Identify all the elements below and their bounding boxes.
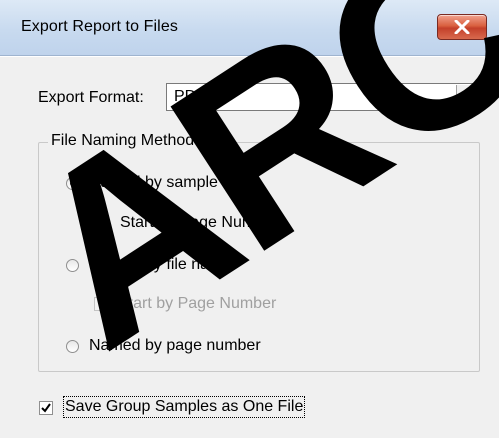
start-by-page-number-checkbox[interactable] [94, 216, 108, 230]
window-title: Export Report to Files [21, 18, 178, 35]
save-group-samples-checkbox[interactable] [39, 401, 53, 415]
export-format-label: Export Format: [38, 89, 144, 106]
chevron-down-icon [463, 94, 473, 100]
dropdown-button[interactable] [456, 85, 478, 109]
export-format-select[interactable]: PDF file [166, 83, 480, 111]
file-naming-group-label: File Naming Method [48, 132, 198, 150]
close-button[interactable] [437, 14, 487, 40]
save-group-samples-label[interactable]: Save Group Samples as One File [62, 396, 306, 418]
start-by-page-number-disabled-checkbox [94, 297, 108, 311]
named-by-page-number-radio[interactable] [66, 340, 79, 353]
named-by-sample-name-label[interactable]: Named by sample name [89, 174, 262, 192]
named-by-file-name-radio[interactable] [66, 259, 79, 272]
checkmark-icon [41, 403, 51, 413]
named-by-page-number-label[interactable]: Named by page number [89, 337, 261, 355]
start-by-page-number-disabled-label: Start by Page Number [118, 295, 277, 312]
close-icon [454, 20, 470, 34]
radio-selected-dot [70, 181, 75, 186]
named-by-sample-name-radio[interactable] [66, 177, 79, 190]
title-bar[interactable]: Export Report to Files [0, 0, 499, 56]
named-by-file-name-label[interactable]: Named by file name [89, 256, 231, 274]
export-format-value: PDF file [174, 88, 231, 105]
export-report-dialog: Export Report to Files Export Format: PD… [0, 0, 499, 438]
start-by-page-number-label[interactable]: Start by Page Number [120, 214, 278, 232]
